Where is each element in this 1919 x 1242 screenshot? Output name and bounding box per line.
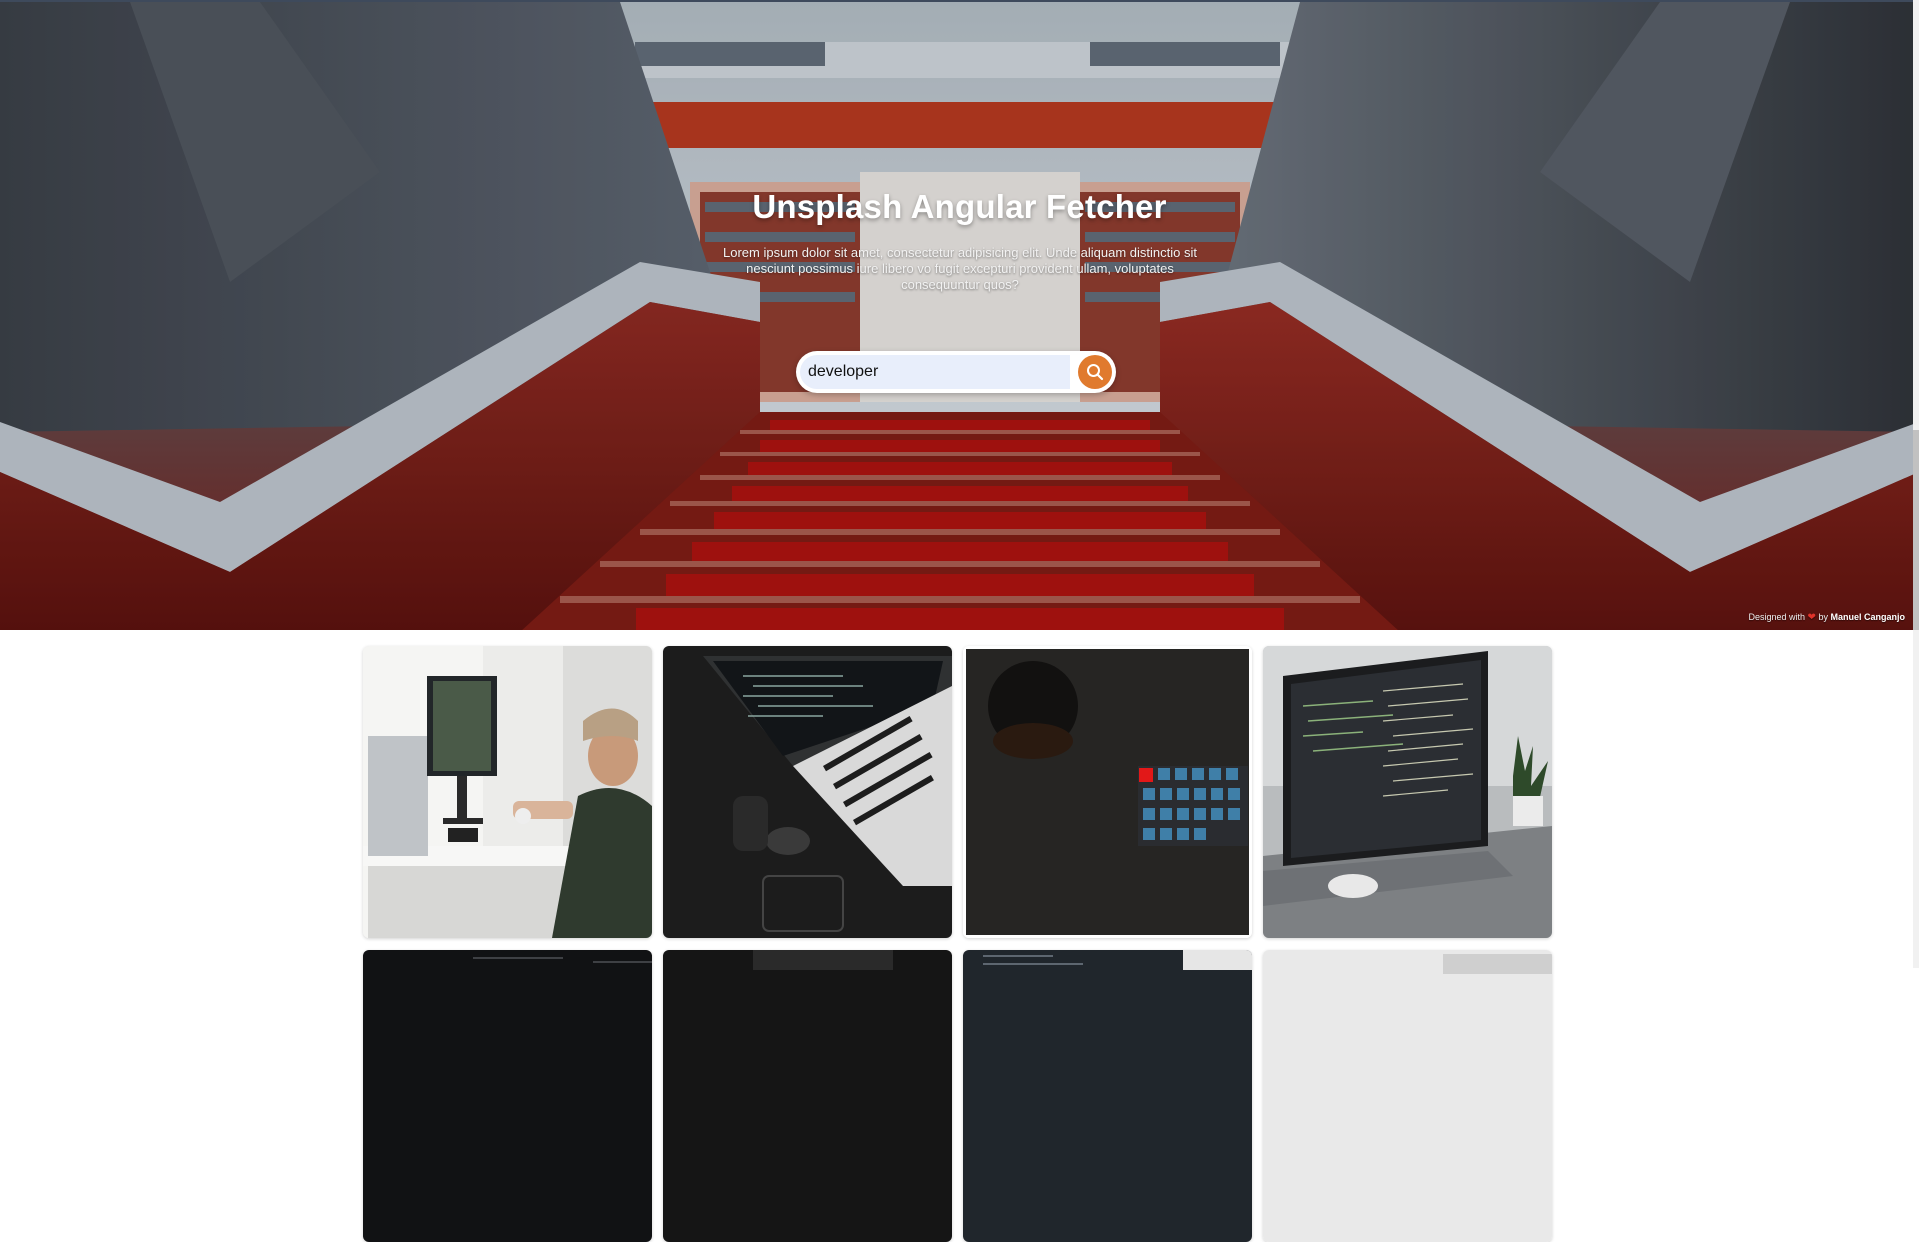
photo-image [663, 950, 952, 1242]
photo-image [963, 646, 1252, 938]
photo-image [1263, 646, 1552, 938]
photo-card[interactable] [363, 950, 652, 1242]
photo-card[interactable] [663, 950, 952, 1242]
photo-card[interactable] [1263, 646, 1552, 938]
heart-icon: ❤ [1807, 612, 1816, 623]
page-scrollbar-thumb[interactable] [1913, 430, 1919, 630]
photo-image [663, 646, 952, 938]
hero-overlay [0, 2, 1919, 630]
credit-author-link[interactable]: Manuel Canganjo [1830, 612, 1905, 622]
credit-prefix: Designed with [1748, 612, 1806, 622]
photo-card[interactable] [663, 646, 952, 938]
search-button[interactable] [1078, 355, 1112, 389]
search-bar [796, 351, 1116, 393]
page-title: Unsplash Angular Fetcher [752, 188, 1167, 225]
search-icon [1087, 364, 1104, 381]
photo-card[interactable] [963, 646, 1252, 938]
photo-image [1263, 950, 1552, 1242]
photo-image [363, 950, 652, 1242]
photo-image [363, 646, 652, 938]
search-input[interactable] [800, 355, 1070, 389]
photo-card[interactable] [363, 646, 652, 938]
photo-card[interactable] [1263, 950, 1552, 1242]
hero-banner: Unsplash Angular Fetcher Lorem ipsum dol… [0, 0, 1919, 630]
hero-description: Lorem ipsum dolor sit amet, consectetur … [723, 245, 1197, 292]
credit-by: by [1818, 612, 1828, 622]
photo-card[interactable] [963, 950, 1252, 1242]
photo-image [963, 950, 1252, 1242]
designer-credit: Designed with ❤ by Manuel Canganjo [1749, 612, 1906, 623]
